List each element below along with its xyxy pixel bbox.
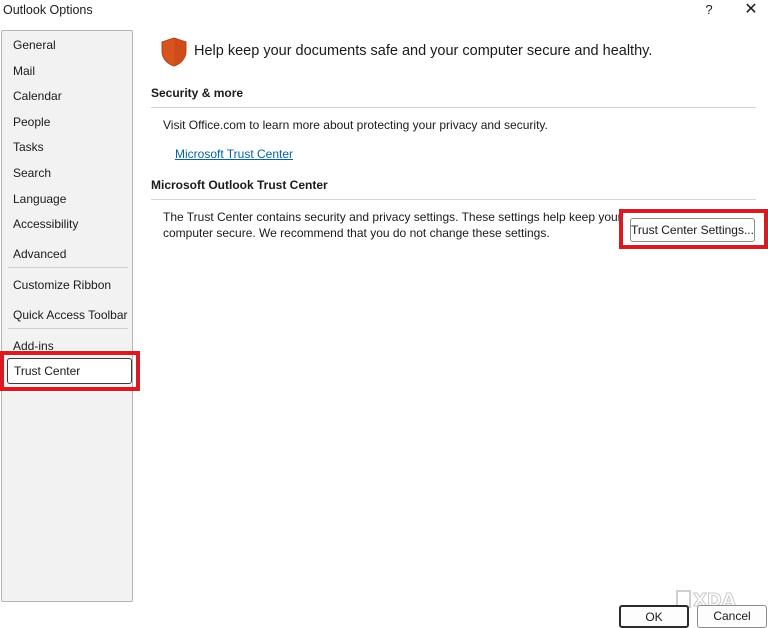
sidebar-item-quick-access-toolbar[interactable]: Quick Access Toolbar	[13, 308, 128, 322]
microsoft-trust-center-link[interactable]: Microsoft Trust Center	[175, 147, 293, 161]
sidebar-item-trust-center[interactable]: Trust Center	[7, 358, 132, 384]
section-title-security: Security & more	[151, 86, 244, 100]
sidebar-item-add-ins[interactable]: Add-ins	[13, 339, 54, 353]
sidebar-item-general[interactable]: General	[13, 38, 56, 52]
sidebar-item-accessibility[interactable]: Accessibility	[13, 217, 78, 231]
title-bar: Outlook Options ? ✕	[0, 0, 768, 22]
help-button[interactable]: ?	[700, 0, 718, 20]
sidebar-divider	[8, 267, 128, 268]
sidebar-item-calendar[interactable]: Calendar	[13, 89, 62, 103]
sidebar-item-customize-ribbon[interactable]: Customize Ribbon	[13, 278, 111, 292]
sidebar: General Mail Calendar People Tasks Searc…	[1, 30, 133, 602]
shield-icon	[161, 37, 187, 67]
sidebar-item-advanced[interactable]: Advanced	[13, 247, 66, 261]
sidebar-item-language[interactable]: Language	[13, 192, 66, 206]
trust-center-settings-button[interactable]: Trust Center Settings...	[630, 218, 755, 242]
sidebar-item-people[interactable]: People	[13, 115, 50, 129]
window-title: Outlook Options	[3, 3, 93, 17]
sidebar-item-label: Trust Center	[14, 364, 81, 378]
section-title-trust-center: Microsoft Outlook Trust Center	[151, 178, 328, 192]
section-divider	[151, 107, 756, 108]
cancel-button[interactable]: Cancel	[697, 605, 767, 628]
sidebar-divider	[8, 328, 128, 329]
sidebar-item-mail[interactable]: Mail	[13, 64, 35, 78]
section-divider	[151, 199, 756, 200]
close-button[interactable]: ✕	[740, 0, 762, 20]
trust-center-description-line1: The Trust Center contains security and p…	[163, 210, 622, 224]
page-headline: Help keep your documents safe and your c…	[194, 43, 653, 59]
security-description: Visit Office.com to learn more about pro…	[163, 118, 548, 132]
ok-button[interactable]: OK	[619, 605, 689, 628]
sidebar-item-tasks[interactable]: Tasks	[13, 140, 44, 154]
trust-center-description-line2: computer secure. We recommend that you d…	[163, 226, 550, 240]
sidebar-item-search[interactable]: Search	[13, 166, 51, 180]
